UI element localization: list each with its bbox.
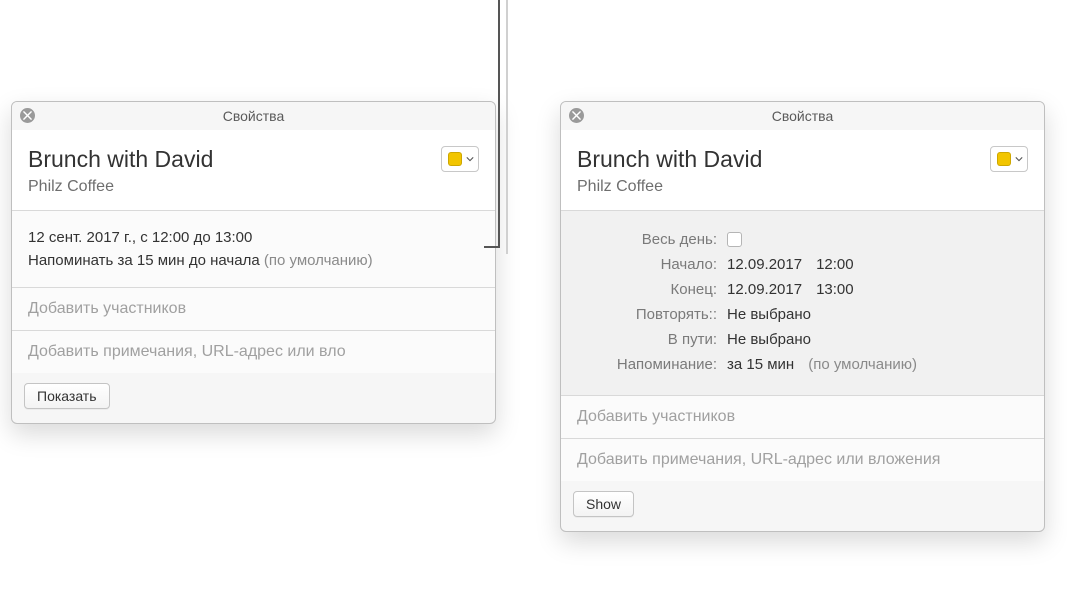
reminder-value[interactable]: за 15 мин: [727, 356, 794, 373]
close-icon[interactable]: [569, 108, 584, 123]
all-day-checkbox[interactable]: [727, 232, 742, 247]
titlebar: Свойства: [561, 102, 1044, 130]
show-button[interactable]: Show: [573, 491, 634, 517]
calendar-color-swatch: [997, 152, 1011, 166]
reminder-suffix: (по умолчанию): [264, 252, 373, 269]
event-title[interactable]: Brunch with David: [577, 146, 990, 174]
invitees-placeholder: Добавить участников: [577, 408, 735, 425]
details-section: Весь день: Начало: 12.09.2017 12:00 Коне…: [561, 211, 1044, 396]
end-date-field[interactable]: 12.09.2017: [727, 281, 802, 298]
start-time-field[interactable]: 12:00: [816, 256, 854, 273]
invitees-section[interactable]: Добавить участников: [561, 396, 1044, 439]
invitees-section[interactable]: Добавить участников: [12, 288, 495, 331]
invitees-placeholder: Добавить участников: [28, 300, 186, 317]
start-label: Начало:: [577, 256, 727, 273]
notes-placeholder: Добавить примечания, URL-адрес или вло: [28, 343, 346, 360]
reminder-label: Напоминание:: [577, 356, 727, 373]
repeat-label: Повторять::: [577, 306, 727, 323]
travel-label: В пути:: [577, 331, 727, 348]
close-icon[interactable]: [20, 108, 35, 123]
window-title: Свойства: [772, 108, 833, 124]
reminder-text: Напоминать за 15 мин до начала: [28, 252, 260, 269]
datetime-summary: 12 сент. 2017 г., с 12:00 до 13:00: [28, 229, 479, 246]
window-title: Свойства: [223, 108, 284, 124]
titlebar: Свойства: [12, 102, 495, 130]
event-inspector-compact: Свойства Brunch with David Philz Coffee …: [11, 101, 496, 424]
all-day-label: Весь день:: [577, 231, 727, 248]
calendar-color-swatch: [448, 152, 462, 166]
notes-section[interactable]: Добавить примечания, URL-адрес или вложе…: [561, 439, 1044, 481]
show-button[interactable]: Показать: [24, 383, 110, 409]
notes-section[interactable]: Добавить примечания, URL-адрес или вло: [12, 331, 495, 373]
event-inspector-expanded: Свойства Brunch with David Philz Coffee …: [560, 101, 1045, 532]
chevron-down-icon: [1015, 155, 1023, 163]
reminder-summary: Напоминать за 15 мин до начала (по умолч…: [28, 252, 479, 269]
event-title[interactable]: Brunch with David: [28, 146, 441, 174]
calendar-picker[interactable]: [990, 146, 1028, 172]
calendar-picker[interactable]: [441, 146, 479, 172]
end-label: Конец:: [577, 281, 727, 298]
event-location[interactable]: Philz Coffee: [577, 178, 990, 196]
travel-value[interactable]: Не выбрано: [727, 331, 811, 348]
end-time-field[interactable]: 13:00: [816, 281, 854, 298]
event-location[interactable]: Philz Coffee: [28, 178, 441, 196]
repeat-value[interactable]: Не выбрано: [727, 306, 811, 323]
datetime-summary-section[interactable]: 12 сент. 2017 г., с 12:00 до 13:00 Напом…: [12, 211, 495, 288]
notes-placeholder: Добавить примечания, URL-адрес или вложе…: [577, 451, 940, 468]
chevron-down-icon: [466, 155, 474, 163]
start-date-field[interactable]: 12.09.2017: [727, 256, 802, 273]
reminder-suffix: (по умолчанию): [808, 356, 917, 373]
